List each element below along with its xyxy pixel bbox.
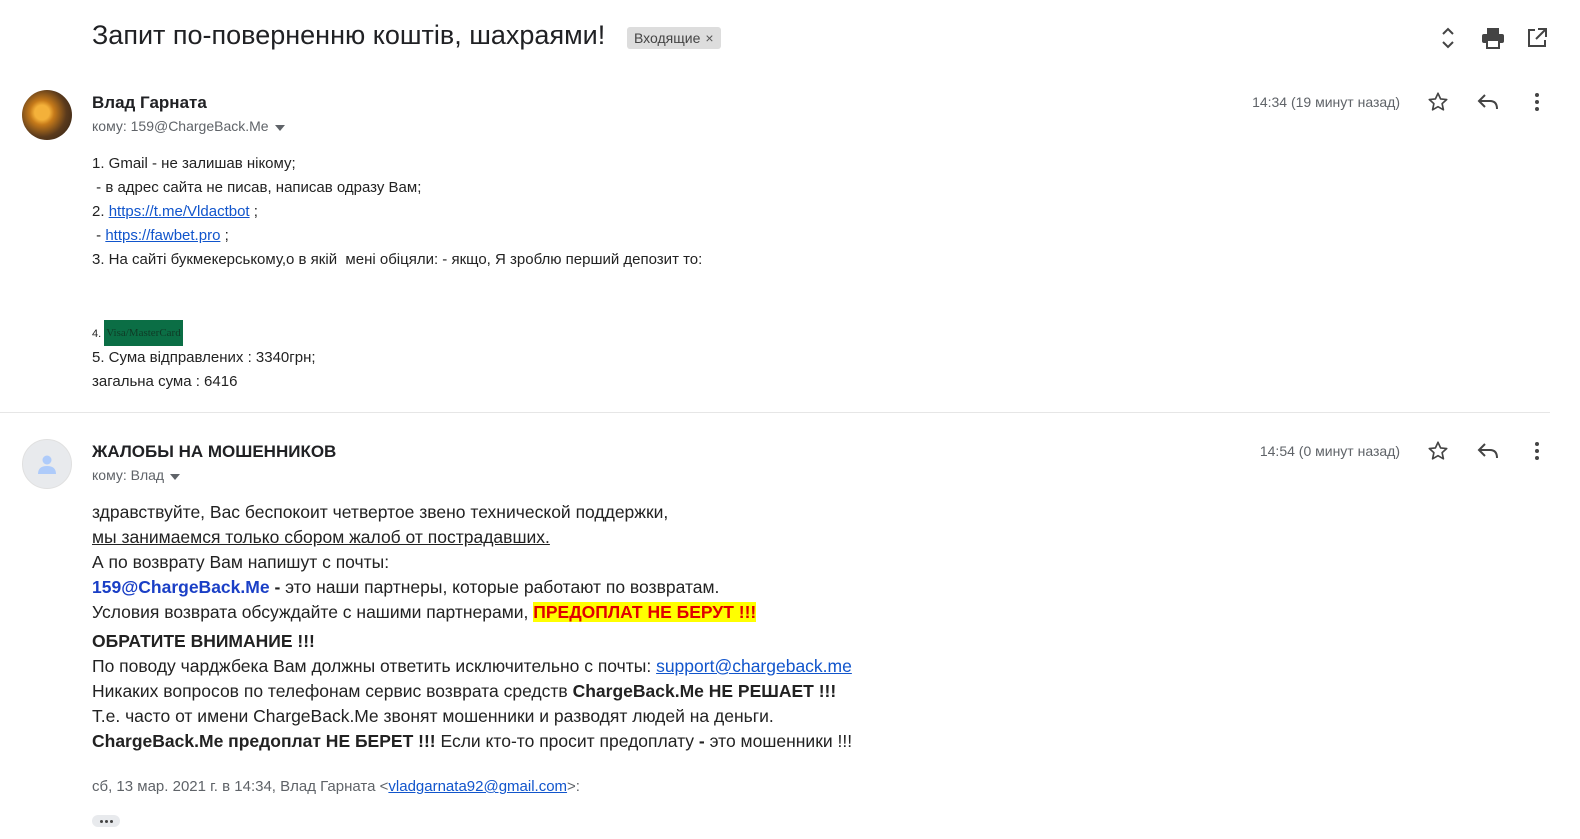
body-line: А по возврату Вам напишут с почты:: [92, 552, 390, 572]
body-line: 2. https://t.me/Vldactbot ;: [92, 200, 702, 224]
support-email-link[interactable]: support@chargeback.me: [656, 656, 852, 676]
email-subject: Запит по-поверненню коштів, шахраями!: [92, 20, 606, 50]
show-details-icon[interactable]: [170, 467, 181, 483]
message-time: 14:54 (0 минут назад): [1259, 443, 1400, 459]
body-line: здравствуйте, Вас беспокоит четвертое зв…: [92, 502, 669, 522]
body-text: это наши партнеры, которые работают по в…: [285, 577, 720, 597]
body-text: 4.: [92, 327, 105, 340]
sender-name[interactable]: ЖАЛОБЫ НА МОШЕННИКОВ: [92, 442, 336, 462]
body-text: -: [269, 577, 286, 597]
star-icon[interactable]: [1423, 436, 1453, 466]
recipient-line: кому: 159@ChargeBack.Me: [92, 118, 285, 134]
card-type-highlight: Visa/MasterCard: [104, 320, 183, 346]
dot: [109, 819, 113, 823]
more-options-icon[interactable]: [1522, 436, 1552, 466]
open-new-window-icon[interactable]: [1521, 22, 1553, 54]
body-line: мы занимаемся только сбором жалоб от пос…: [92, 527, 550, 547]
no-prepayment-warning: ПРЕДОПЛАТ НЕ БЕРУТ !!!: [533, 602, 757, 622]
quote-text: сб, 13 мар. 2021 г. в 14:34, Влад Гарнат…: [92, 778, 389, 795]
body-line: 3. На сайті букмекерському,о в якій мені…: [92, 251, 703, 268]
body-line: 5. Сума відправлених : 3340грн;: [92, 349, 316, 366]
body-text: это мошенники !!!: [704, 731, 853, 751]
fawbet-link[interactable]: https://fawbet.pro: [105, 227, 220, 244]
print-icon[interactable]: [1477, 22, 1509, 54]
dot: [99, 819, 103, 823]
message-body: 1. Gmail - не залишав нікому; - в адрес …: [92, 152, 702, 394]
body-text: Условия возврата обсуждайте с нашими пар…: [92, 602, 534, 622]
recipient-text: кому: 159@ChargeBack.Me: [92, 118, 269, 134]
inbox-label-text: Входящие: [634, 30, 701, 46]
body-line: Условия возврата обсуждайте с нашими пар…: [92, 600, 852, 625]
body-text: ;: [220, 227, 229, 244]
message-divider: [0, 412, 1550, 413]
expand-collapse-icon[interactable]: [1432, 22, 1464, 54]
body-line: 159@ChargeBack.Me - это наши партнеры, к…: [92, 575, 852, 600]
body-line: 1. Gmail - не залишав нікому;: [92, 155, 296, 172]
dot: [104, 819, 108, 823]
body-text: -: [92, 227, 106, 244]
message-body: здравствуйте, Вас беспокоит четвертое зв…: [92, 500, 852, 754]
body-text: Никаких вопросов по телефонам сервис воз…: [92, 681, 573, 701]
sender-avatar[interactable]: [22, 439, 72, 489]
body-line: - в адрес сайта не писав, написав одразу…: [92, 179, 422, 196]
body-line: По поводу чарджбека Вам должны ответить …: [92, 654, 852, 679]
sender-name[interactable]: Влад Гарната: [92, 93, 207, 113]
body-line: загальна сума : 6416: [92, 373, 238, 390]
body-line: - https://fawbet.pro ;: [92, 224, 702, 248]
body-line: Никаких вопросов по телефонам сервис воз…: [92, 679, 852, 704]
attention-heading: ОБРАТИТЕ ВНИМАНИЕ !!!: [92, 631, 315, 651]
inbox-label-chip[interactable]: Входящие ×: [627, 27, 721, 49]
reply-icon[interactable]: [1473, 436, 1503, 466]
body-text: ChargeBack.Me предоплат НЕ БЕРЕТ !!!: [92, 731, 436, 751]
remove-label-icon[interactable]: ×: [705, 30, 713, 46]
partner-email[interactable]: 159@ChargeBack.Me: [92, 577, 270, 597]
body-line: ChargeBack.Me предоплат НЕ БЕРЕТ !!! Есл…: [92, 729, 852, 754]
recipient-text: кому: Влад: [92, 467, 165, 483]
show-trimmed-content-button[interactable]: [92, 815, 120, 827]
reply-icon[interactable]: [1473, 87, 1503, 117]
body-text: 2.: [92, 203, 109, 220]
body-line: Т.е. часто от имени ChargeBack.Me звонят…: [92, 706, 774, 726]
show-details-icon[interactable]: [274, 118, 285, 134]
quote-text: >:: [567, 778, 580, 795]
body-text: ChargeBack.Me НЕ РЕШАЕТ !!!: [572, 681, 837, 701]
star-icon[interactable]: [1423, 87, 1453, 117]
more-options-icon[interactable]: [1522, 87, 1552, 117]
telegram-link[interactable]: https://t.me/Vldactbot: [109, 203, 250, 220]
body-text: Если кто-то просит предоплату: [435, 731, 699, 751]
body-text: ;: [249, 203, 258, 220]
quoted-sender-email[interactable]: vladgarnata92@gmail.com: [388, 778, 567, 795]
message-time: 14:34 (19 минут назад): [1252, 94, 1400, 110]
quoted-header: сб, 13 мар. 2021 г. в 14:34, Влад Гарнат…: [92, 778, 580, 795]
recipient-line: кому: Влад: [92, 467, 181, 483]
sender-avatar[interactable]: [22, 90, 72, 140]
blank-space: [92, 272, 702, 320]
body-text: По поводу чарджбека Вам должны ответить …: [92, 656, 657, 676]
person-icon: [38, 455, 56, 474]
body-line: 4. Visa/MasterCard: [92, 320, 702, 346]
